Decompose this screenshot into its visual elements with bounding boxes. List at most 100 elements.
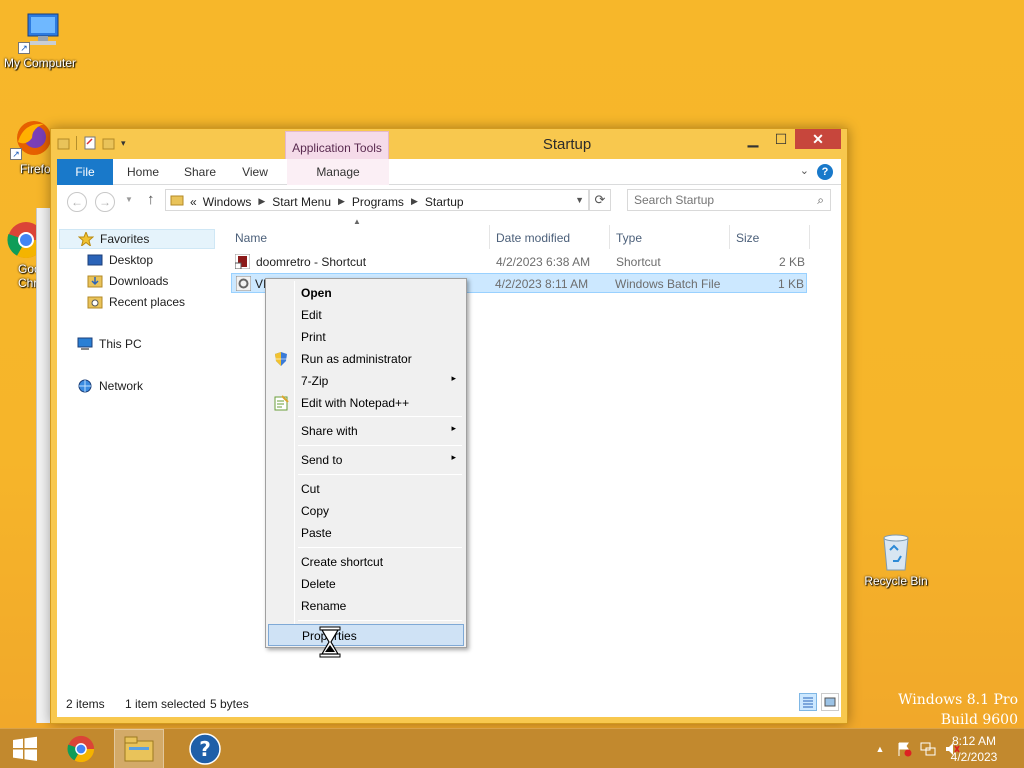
firefox-icon: ↗ <box>10 116 54 160</box>
taskbar-chrome[interactable] <box>56 729 106 768</box>
menu-item-properties[interactable]: Properties <box>268 624 464 646</box>
file-size: 1 KB <box>777 277 804 291</box>
nav-favorites[interactable]: Favorites <box>59 229 215 249</box>
taskbar-file-explorer[interactable] <box>114 729 164 768</box>
clock-time: 8:12 AM <box>951 734 997 748</box>
uac-shield-icon <box>273 351 289 367</box>
title-bar[interactable]: ▾ Startup ▁ ☐ ✕ <box>51 129 847 159</box>
menu-item-label: Create shortcut <box>301 555 384 569</box>
nav-desktop[interactable]: Desktop <box>87 250 153 270</box>
help-icon[interactable]: ? <box>817 164 833 180</box>
star-icon <box>77 230 95 248</box>
menu-separator <box>298 445 462 446</box>
tab-view[interactable]: View <box>233 159 277 185</box>
tab-share[interactable]: Share <box>177 159 223 185</box>
menu-item-copy[interactable]: Copy <box>268 500 464 522</box>
menu-item-print[interactable]: Print <box>268 326 464 348</box>
address-history-dropdown[interactable]: ▼ <box>575 195 584 205</box>
nav-recent-places[interactable]: Recent places <box>87 292 185 312</box>
menu-item-rename[interactable]: Rename <box>268 595 464 617</box>
submenu-arrow-icon: ▸ <box>451 452 456 462</box>
chrome-icon <box>67 735 95 763</box>
menu-item-edit[interactable]: Edit <box>268 304 464 326</box>
column-divider[interactable] <box>489 225 490 249</box>
application-tools-label: Application Tools <box>292 141 382 155</box>
forward-button[interactable]: → <box>95 192 115 212</box>
ribbon-tabs: File Home Share View Manage ⌄ ? <box>57 159 841 185</box>
menu-item-paste[interactable]: Paste <box>268 522 464 544</box>
tab-home[interactable]: Home <box>119 159 167 185</box>
menu-item-send-to[interactable]: Send to ▸ <box>268 449 464 471</box>
search-input[interactable] <box>634 192 804 208</box>
start-button[interactable] <box>0 729 50 768</box>
ribbon-expand-chevron-icon[interactable]: ⌄ <box>800 164 809 177</box>
breadcrumb-windows[interactable]: Windows <box>203 195 252 209</box>
file-row[interactable]: doomretro - Shortcut 4/2/2023 6:38 AM Sh… <box>231 252 807 272</box>
window-title: Startup <box>542 136 592 153</box>
column-header-date-modified[interactable]: Date modified <box>496 231 570 245</box>
maximize-button[interactable]: ☐ <box>767 129 795 149</box>
close-button[interactable]: ✕ <box>795 129 841 149</box>
taskbar-help[interactable]: ? <box>180 729 230 768</box>
desktop-icon-recycle-bin[interactable]: Recycle Bin <box>856 528 936 588</box>
menu-item-share-with[interactable]: Share with ▸ <box>268 420 464 442</box>
navigation-pane: Favorites Desktop Downloads Recent place… <box>57 217 219 689</box>
nav-this-pc[interactable]: This PC <box>77 334 142 354</box>
nav-network[interactable]: Network <box>77 376 143 396</box>
recycle-bin-icon <box>874 528 918 572</box>
breadcrumb-overflow[interactable]: « <box>190 195 197 209</box>
network-tray-icon[interactable] <box>920 741 936 757</box>
breadcrumb: « Windows ▶ Start Menu ▶ Programs ▶ Star… <box>170 194 464 209</box>
nav-this-pc-label: This PC <box>99 337 142 351</box>
menu-item-cut[interactable]: Cut <box>268 478 464 500</box>
recent-locations-dropdown[interactable]: ▼ <box>125 195 133 204</box>
breadcrumb-startup[interactable]: Startup <box>425 195 464 209</box>
menu-item-create-shortcut[interactable]: Create shortcut <box>268 551 464 573</box>
breadcrumb-separator-icon[interactable]: ▶ <box>411 196 418 207</box>
status-size: 5 bytes <box>210 697 249 711</box>
up-button[interactable]: ↑ <box>147 191 155 208</box>
column-header-name[interactable]: Name <box>235 231 267 245</box>
menu-item-open[interactable]: Open <box>268 282 464 304</box>
column-divider[interactable] <box>809 225 810 249</box>
menu-item-label: Run as administrator <box>301 352 412 366</box>
tab-manage[interactable]: Manage <box>287 159 389 185</box>
folder-icon <box>170 194 184 209</box>
search-box[interactable]: ⌕ <box>627 189 831 211</box>
menu-item-7zip[interactable]: 7-Zip ▸ <box>268 370 464 392</box>
breadcrumb-start-menu[interactable]: Start Menu <box>272 195 331 209</box>
context-menu: Open Edit Print Run as administrator 7-Z… <box>265 278 467 648</box>
menu-item-run-as-administrator[interactable]: Run as administrator <box>268 348 464 370</box>
column-divider[interactable] <box>609 225 610 249</box>
action-center-flag-icon[interactable] <box>896 741 912 757</box>
shortcut-arrow-icon: ↗ <box>18 42 30 54</box>
clock[interactable]: 8:12 AM 4/2/2023 <box>944 733 1004 765</box>
breadcrumb-separator-icon[interactable]: ▶ <box>338 196 345 207</box>
address-bar[interactable]: « Windows ▶ Start Menu ▶ Programs ▶ Star… <box>165 189 589 211</box>
column-divider[interactable] <box>729 225 730 249</box>
menu-item-label: Edit with Notepad++ <box>301 396 410 410</box>
column-header-type[interactable]: Type <box>616 231 642 245</box>
menu-item-edit-with-notepad-plus-plus[interactable]: Edit with Notepad++ <box>268 392 464 414</box>
large-icons-view-button[interactable] <box>821 693 839 711</box>
search-icon[interactable]: ⌕ <box>817 193 824 208</box>
menu-item-label: Print <box>301 330 326 344</box>
menu-item-delete[interactable]: Delete <box>268 573 464 595</box>
details-view-button[interactable] <box>799 693 817 711</box>
desktop-icon-my-computer[interactable]: ↗ My Computer <box>0 10 80 70</box>
back-button[interactable]: ← <box>67 192 87 212</box>
show-hidden-icons-chevron-icon[interactable]: ▲ <box>872 741 888 757</box>
desktop-icon-firefox[interactable]: ↗ Firefo <box>0 116 56 176</box>
nav-favorites-label: Favorites <box>100 232 150 246</box>
column-header-size[interactable]: Size <box>736 231 759 245</box>
desktop-icon-label: Recycle Bin <box>864 574 928 588</box>
file-type: Shortcut <box>616 255 661 269</box>
file-date: 4/2/2023 6:38 AM <box>496 255 591 269</box>
tab-file[interactable]: File <box>57 159 113 185</box>
breadcrumb-programs[interactable]: Programs <box>352 195 404 209</box>
nav-downloads[interactable]: Downloads <box>87 271 168 291</box>
breadcrumb-separator-icon[interactable]: ▶ <box>258 196 265 207</box>
menu-separator <box>298 620 462 621</box>
refresh-button[interactable]: ⟳ <box>589 189 611 211</box>
minimize-button[interactable]: ▁ <box>739 129 767 149</box>
